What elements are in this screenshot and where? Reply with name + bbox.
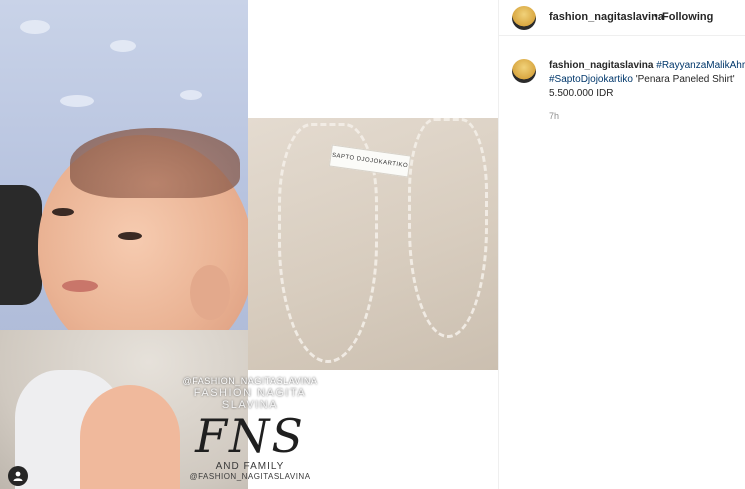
caption-line: #SaptoDjojokartiko 'Penara Paneled Shirt… — [549, 73, 745, 87]
avatar[interactable] — [512, 6, 536, 30]
post-timestamp[interactable]: 7h — [549, 111, 559, 121]
person-icon — [13, 471, 23, 481]
blanket-pattern — [60, 95, 94, 107]
shirt-collar-right — [408, 118, 488, 338]
watermark-handle-bottom: @FASHION_NAGITASLAVINA — [189, 472, 311, 481]
watermark-handle: @FASHION_NAGITASLAVINA — [182, 376, 318, 386]
baby-eye — [52, 208, 74, 216]
baby-hair — [70, 128, 240, 198]
blanket-pattern — [180, 90, 202, 100]
blanket-pattern — [20, 20, 50, 34]
caption: fashion_nagitaslavina #RayyanzaMalikAhr … — [549, 59, 745, 101]
header-separator: • — [654, 10, 658, 22]
user-tag-button[interactable] — [8, 466, 28, 486]
hashtag-link[interactable]: #SaptoDjojokartiko — [549, 74, 633, 85]
baby-hand — [80, 385, 180, 489]
baby-eye — [118, 232, 142, 240]
watermark: @FASHION_NAGITASLAVINA FASHION NAGITA SL… — [180, 376, 320, 481]
caption-avatar[interactable] — [512, 59, 536, 83]
blanket-pattern — [110, 40, 136, 52]
caption-text: 'Penara Paneled Shirt' — [632, 74, 735, 85]
pillow — [0, 185, 42, 305]
post-header: fashion_nagitaslavina • Following — [499, 0, 745, 36]
watermark-logo: FNS — [195, 409, 305, 463]
hashtag-link[interactable]: #RayyanzaMalikAhr — [656, 60, 745, 71]
caption-username[interactable]: fashion_nagitaslavina — [549, 60, 653, 71]
watermark-name: FASHION NAGITA SLAVINA — [193, 387, 307, 411]
caption-price: 5.500.000 IDR — [549, 88, 614, 99]
shirt-photo: SAPTO DJOJOKARTIKO — [248, 118, 498, 370]
baby-ear — [190, 265, 230, 320]
baby-mouth — [62, 280, 98, 292]
post-sidebar: fashion_nagitaslavina • Following fashio… — [498, 0, 745, 489]
post-media[interactable]: SAPTO DJOJOKARTIKO @FASHION_NAGITASLAVIN… — [0, 0, 498, 489]
header-username[interactable]: fashion_nagitaslavina — [549, 11, 664, 23]
following-button[interactable]: Following — [662, 11, 713, 23]
